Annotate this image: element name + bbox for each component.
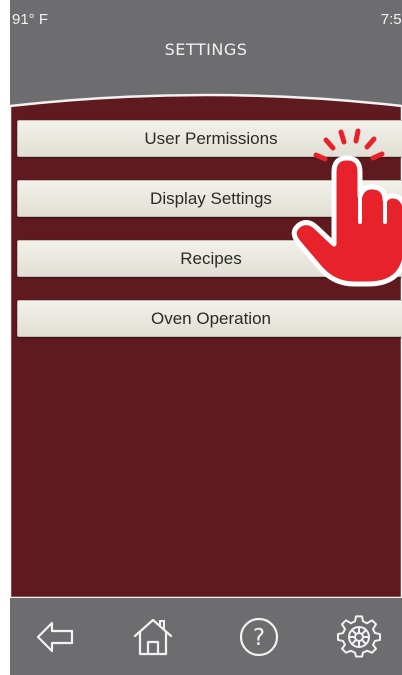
status-bar: 91° F 7:58 [10, 0, 402, 30]
back-arrow-icon [36, 621, 74, 653]
home-icon [133, 618, 173, 656]
bottom-nav-bar: ? [10, 598, 402, 675]
menu-item-label: Oven Operation [150, 308, 271, 328]
svg-text:?: ? [253, 625, 265, 651]
home-button[interactable] [130, 614, 176, 660]
settings-gear-icon [337, 615, 381, 658]
page-title: SETTINGS [164, 40, 248, 59]
help-icon: ? [239, 617, 279, 657]
back-button[interactable] [32, 614, 78, 660]
menu-item-label: Recipes [180, 248, 242, 268]
help-button[interactable]: ? [236, 614, 282, 660]
menu-item-label: Display Settings [150, 188, 272, 208]
settings-button[interactable] [336, 614, 382, 660]
clock-readout: 7:58 [380, 11, 402, 28]
tap-hand-icon [291, 128, 402, 287]
oven-operation-button[interactable]: Oven Operation [17, 300, 402, 337]
menu-item-label: User Permissions [144, 128, 278, 148]
device-screen: 91° F 7:58 SETTINGS User Permissions Dis… [10, 0, 402, 675]
temperature-readout: 91° F [12, 11, 49, 28]
